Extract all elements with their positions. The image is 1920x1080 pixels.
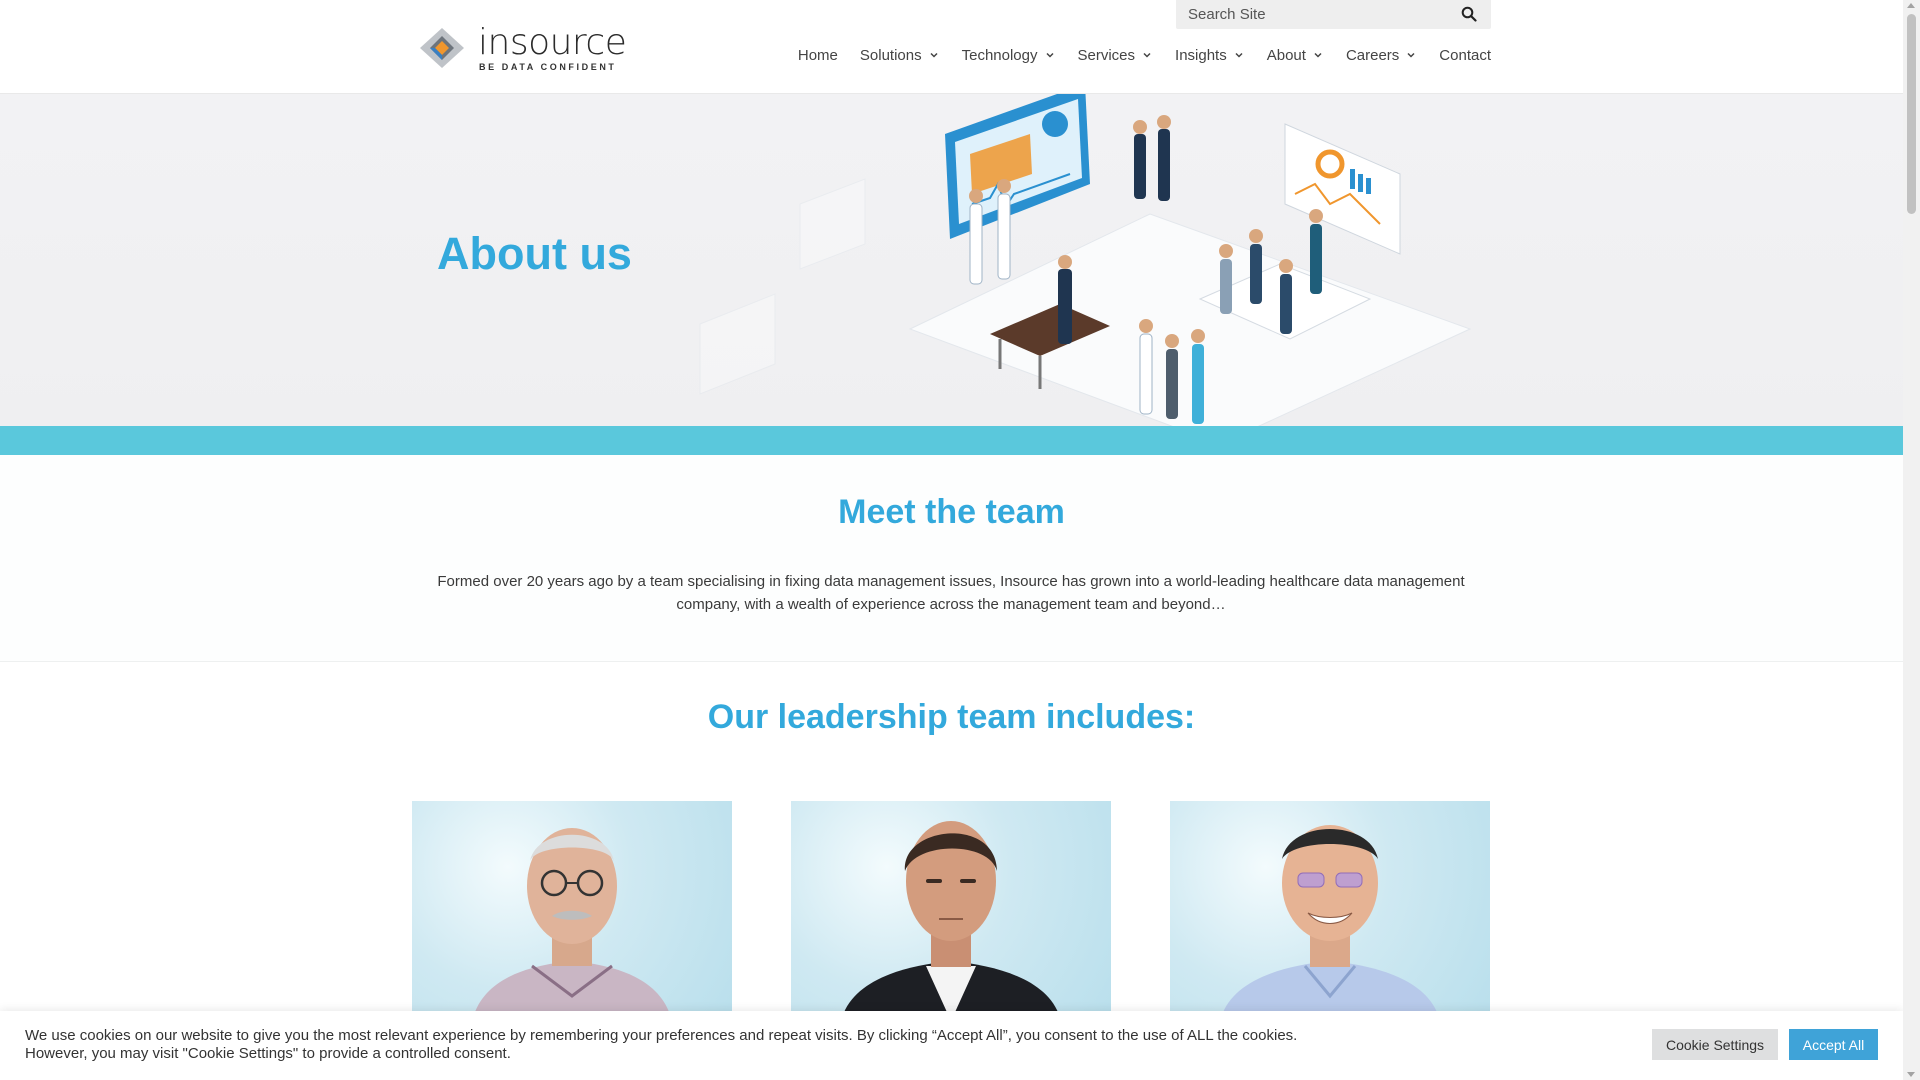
- cookie-settings-button[interactable]: Cookie Settings: [1652, 1029, 1778, 1060]
- nav-item-services[interactable]: Services: [1078, 47, 1154, 64]
- accept-all-button[interactable]: Accept All: [1789, 1029, 1878, 1060]
- cookie-message: We use cookies on our website to give yo…: [25, 1027, 1298, 1062]
- leader-card[interactable]: [412, 801, 732, 1021]
- chevron-down-icon: [930, 52, 938, 58]
- site-header: insource BE DATA CONFIDENT Home Solution…: [0, 0, 1903, 94]
- logo-tagline: BE DATA CONFIDENT: [479, 62, 617, 72]
- scrollbar-thumb[interactable]: [1907, 14, 1916, 214]
- leadership-heading: Our leadership team includes:: [707, 698, 1196, 736]
- chevron-down-icon: [1407, 52, 1415, 58]
- search-input[interactable]: [1176, 0, 1446, 29]
- isometric-team-illustration: [699, 94, 1472, 426]
- page-scrollbar[interactable]: [1903, 0, 1920, 1080]
- leader-photo: [472, 828, 672, 1021]
- leader-photo: [1220, 825, 1440, 1021]
- page-title: About us: [437, 228, 632, 279]
- hero-banner: About us: [0, 94, 1903, 426]
- nav-item-insights[interactable]: Insights: [1175, 47, 1245, 64]
- leader-card[interactable]: [1170, 801, 1490, 1021]
- meet-the-team-section: Meet the team Formed over 20 years ago b…: [0, 455, 1903, 662]
- nav-item-technology[interactable]: Technology: [962, 47, 1056, 64]
- main-nav: Home Solutions Technology Services Insig…: [776, 44, 1491, 66]
- logo-diamond-icon: [420, 28, 464, 68]
- logo-wordmark: insource: [478, 22, 627, 63]
- search-icon[interactable]: [1461, 6, 1477, 22]
- cookie-banner: We use cookies on our website to give yo…: [0, 1011, 1903, 1080]
- leader-photo: [841, 821, 1061, 1021]
- leader-card[interactable]: [791, 801, 1111, 1021]
- nav-item-contact[interactable]: Contact: [1439, 47, 1491, 64]
- nav-item-about[interactable]: About: [1267, 47, 1324, 64]
- meet-description: Formed over 20 years ago by a team speci…: [437, 573, 1465, 613]
- chevron-down-icon: [1314, 52, 1322, 58]
- accent-band: [0, 426, 1903, 455]
- scroll-up-arrow-icon[interactable]: [1907, 3, 1915, 8]
- site-logo[interactable]: insource BE DATA CONFIDENT: [418, 22, 627, 74]
- chevron-down-icon: [1235, 52, 1243, 58]
- nav-item-solutions[interactable]: Solutions: [860, 47, 940, 64]
- chevron-down-icon: [1143, 52, 1151, 58]
- nav-item-home[interactable]: Home: [798, 47, 838, 64]
- search-box: [1176, 0, 1491, 29]
- chevron-down-icon: [1045, 52, 1054, 58]
- meet-heading: Meet the team: [838, 493, 1065, 531]
- nav-item-careers[interactable]: Careers: [1346, 47, 1417, 64]
- scroll-down-arrow-icon[interactable]: [1907, 1072, 1915, 1077]
